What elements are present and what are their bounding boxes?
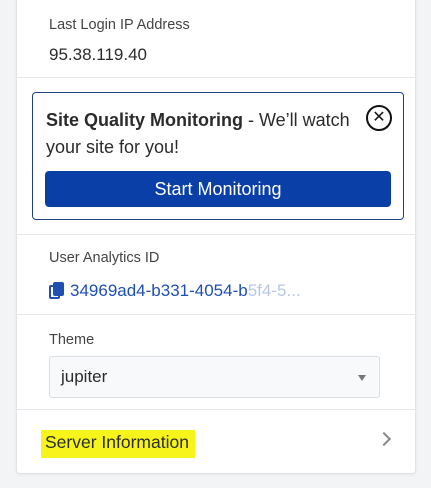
copy-icon[interactable] [49, 282, 65, 300]
start-monitoring-button[interactable]: Start Monitoring [45, 171, 391, 207]
last-login-ip: 95.38.119.40 [49, 45, 147, 64]
server-information-label: Server Information [41, 430, 195, 458]
analytics-label: User Analytics ID [49, 250, 160, 266]
theme-label: Theme [49, 332, 95, 348]
theme-select[interactable]: jupiter [49, 356, 380, 398]
analytics-id: 34969ad4-b331-4054-b5f4-5... [70, 281, 301, 301]
analytics-id-row[interactable]: 34969ad4-b331-4054-b5f4-5... [49, 281, 301, 301]
server-information-row[interactable]: Server Information [17, 410, 415, 474]
last-login-section: Last Login IP Address 95.38.119.40 [17, 0, 415, 78]
theme-section: Theme jupiter [17, 315, 415, 410]
monitoring-card: Site Quality Monitoring - We’ll watch yo… [32, 92, 404, 220]
analytics-section: User Analytics ID 34969ad4-b331-4054-b5f… [17, 235, 415, 315]
dropdown-caret-icon [358, 375, 366, 381]
monitoring-message: Site Quality Monitoring - We’ll watch yo… [46, 107, 356, 161]
monitoring-section: Site Quality Monitoring - We’ll watch yo… [17, 78, 415, 235]
stats-panel: Last Login IP Address 95.38.119.40 Site … [16, 0, 416, 474]
analytics-id-visible: 34969ad4-b331-4054-b [70, 281, 248, 300]
last-login-label: Last Login IP Address [49, 17, 190, 33]
close-icon[interactable]: ✕ [366, 105, 392, 131]
analytics-id-faded: 5f4-5... [247, 281, 301, 300]
monitoring-title: Site Quality Monitoring [46, 110, 243, 130]
chevron-right-icon[interactable] [376, 431, 392, 447]
theme-selected-value: jupiter [61, 367, 108, 386]
